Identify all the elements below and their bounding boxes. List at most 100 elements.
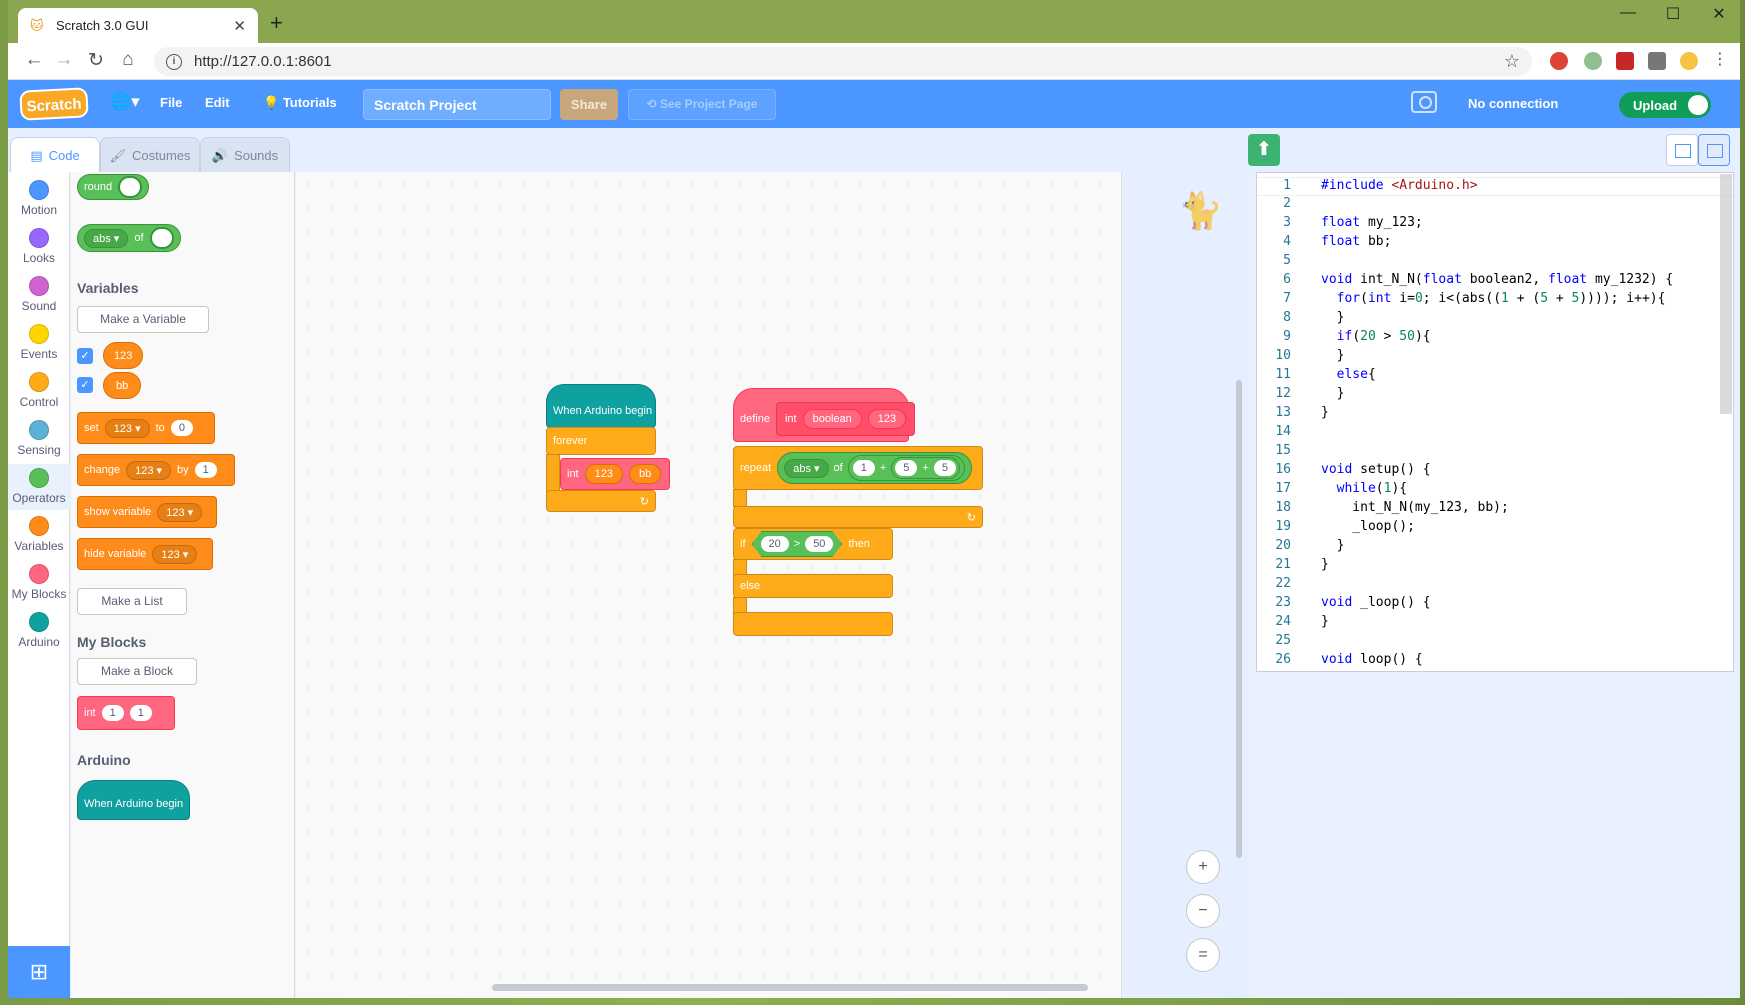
code-line[interactable]: 18 int_N_N(my_123, bb); [1257,500,1733,519]
code-line[interactable]: 6 void int_N_N(float boolean2, float my_1… [1257,272,1733,291]
inner-add-reporter[interactable]: 5 + 5 [891,457,960,479]
tutorials-button[interactable]: 💡 Tutorials [263,95,337,111]
code-editor[interactable]: 1 #include <Arduino.h> 2 3 float my_123; 4 flo… [1256,172,1734,672]
browser-tab[interactable]: 🐱 Scratch 3.0 GUI ✕ [18,8,258,43]
code-line[interactable]: 10 } [1257,348,1733,367]
category-motion[interactable]: Motion [8,180,70,217]
repeat-block[interactable]: repeat abs ▾ of 1 + 5 + 5 [733,446,983,490]
greater-than-reporter[interactable]: 20 > 50 [752,531,843,557]
see-project-page-button[interactable]: ⟲ See Project Page [628,89,776,120]
globe-language-icon[interactable]: 🌐▾ [110,92,140,112]
code-line[interactable]: 12 } [1257,386,1733,405]
code-line[interactable]: 16 void setup() { [1257,462,1733,481]
code-line[interactable]: 17 while(1){ [1257,481,1733,500]
code-line[interactable]: 14 [1257,424,1733,443]
back-arrow-icon[interactable]: ← [22,49,46,71]
show-variable-block[interactable]: show variable 123 ▾ [77,496,217,528]
custom-int-block[interactable]: int 1 1 [77,696,175,730]
close-window-button[interactable]: ✕ [1696,4,1740,24]
make-block-button[interactable]: Make a Block [77,658,197,685]
code-scrollbar[interactable] [1720,174,1732,414]
code-line[interactable]: 25 [1257,633,1733,652]
abs-of-reporter[interactable]: abs ▾ of 1 + 5 + 5 [777,452,972,484]
home-icon[interactable]: ⌂ [116,49,140,71]
number-input[interactable]: 5 [933,460,956,476]
extension-icon[interactable] [1584,52,1602,70]
scratch-logo[interactable]: Scratch [19,87,89,121]
make-list-button[interactable]: Make a List [77,588,187,615]
puzzle-extensions-icon[interactable] [1648,52,1666,70]
minimize-button[interactable]: — [1605,4,1651,22]
hide-variable-block[interactable]: hide variable 123 ▾ [77,538,213,570]
if-else-block[interactable]: if 20 > 50 then [733,528,893,560]
code-line[interactable]: 24} [1257,614,1733,633]
profile-avatar-icon[interactable] [1680,52,1698,70]
code-line[interactable]: 20 } [1257,538,1733,557]
number-input[interactable]: 5 [895,460,918,476]
code-line[interactable]: 5 [1257,253,1733,272]
close-tab-icon[interactable]: ✕ [233,17,246,35]
workspace-vertical-scrollbar[interactable] [1236,380,1242,858]
add-extension-button[interactable]: ⊞ [8,946,70,998]
call-int-block[interactable]: int 123 bb [560,458,670,490]
change-variable-block[interactable]: change 123 ▾ by 1 [77,454,235,486]
variable-reporter-123[interactable]: 123 [103,342,144,369]
script-workspace[interactable] [296,172,1122,998]
code-line[interactable]: 4 float bb; [1257,234,1733,253]
layout-large-stage-button[interactable] [1698,134,1730,166]
maximize-button[interactable]: ☐ [1650,4,1696,24]
project-title-input[interactable]: Scratch Project [363,89,551,120]
code-line[interactable]: 22 [1257,576,1733,595]
set-value-input[interactable]: 0 [170,420,193,436]
share-button[interactable]: Share [560,89,618,120]
int-arg-input[interactable]: 1 [101,705,124,721]
edit-menu[interactable]: Edit [205,95,230,110]
code-line[interactable]: 2 [1257,196,1733,215]
param-123[interactable]: 123 [867,409,907,429]
abs-dropdown[interactable]: abs ▾ [784,458,829,478]
abs-input[interactable] [149,227,174,249]
code-line[interactable]: 7 for(int i=0; i<(abs((1 + (5 + 5)))); i… [1257,291,1733,310]
category-looks[interactable]: Looks [8,228,70,265]
define-prototype[interactable]: int boolean 123 [775,402,916,436]
bookmark-star-icon[interactable]: ☆ [1504,51,1520,72]
category-sensing[interactable]: Sensing [8,420,70,457]
abs-dropdown[interactable]: abs ▾ [84,228,129,248]
round-block[interactable]: round [77,174,149,200]
show-variable-dropdown[interactable]: 123 ▾ [157,502,203,522]
category-sound[interactable]: Sound [8,276,70,313]
zoom-out-button[interactable]: − [1186,894,1220,928]
hat-when-arduino-begin[interactable]: When Arduino begin [546,384,656,428]
make-variable-button[interactable]: Make a Variable [77,306,209,333]
site-info-icon[interactable]: i [166,53,182,70]
code-line[interactable]: 23 void _loop() { [1257,595,1733,614]
category-my-blocks[interactable]: My Blocks [8,564,70,601]
tab-costumes[interactable]: 🖌 Costumes [100,137,200,173]
new-tab-button[interactable]: + [270,10,283,36]
camera-icon[interactable] [1411,91,1437,113]
browser-menu-icon[interactable]: ⋮ [1708,49,1732,69]
tab-code[interactable]: ▤ Code [10,137,100,173]
variable-checkbox[interactable]: ✓ [77,377,93,393]
forever-block[interactable]: forever [546,427,656,455]
extension-icon[interactable] [1550,52,1568,70]
round-input[interactable] [118,176,142,198]
change-value-input[interactable]: 1 [194,462,217,478]
set-variable-dropdown[interactable]: 123 ▾ [104,418,150,438]
when-arduino-begin-block[interactable]: When Arduino begin [77,780,191,820]
number-input[interactable]: 50 [805,536,833,552]
code-line[interactable]: 19 _loop(); [1257,519,1733,538]
define-block[interactable]: define int boolean 123 [733,388,916,442]
reload-icon[interactable]: ↻ [84,49,108,72]
extension-icon[interactable] [1616,52,1634,70]
layout-small-stage-button[interactable] [1666,134,1698,166]
zoom-in-button[interactable]: + [1186,850,1220,884]
code-line[interactable]: 9 if(20 > 50){ [1257,329,1733,348]
change-variable-dropdown[interactable]: 123 ▾ [126,460,172,480]
forward-arrow-icon[interactable]: → [52,49,76,71]
code-line[interactable]: 1 #include <Arduino.h> [1257,177,1733,196]
number-input[interactable]: 20 [761,536,789,552]
int-arg-input[interactable]: 1 [129,705,152,721]
upload-arrow-button[interactable]: ⬆ [1248,134,1280,166]
hide-variable-dropdown[interactable]: 123 ▾ [152,544,198,564]
